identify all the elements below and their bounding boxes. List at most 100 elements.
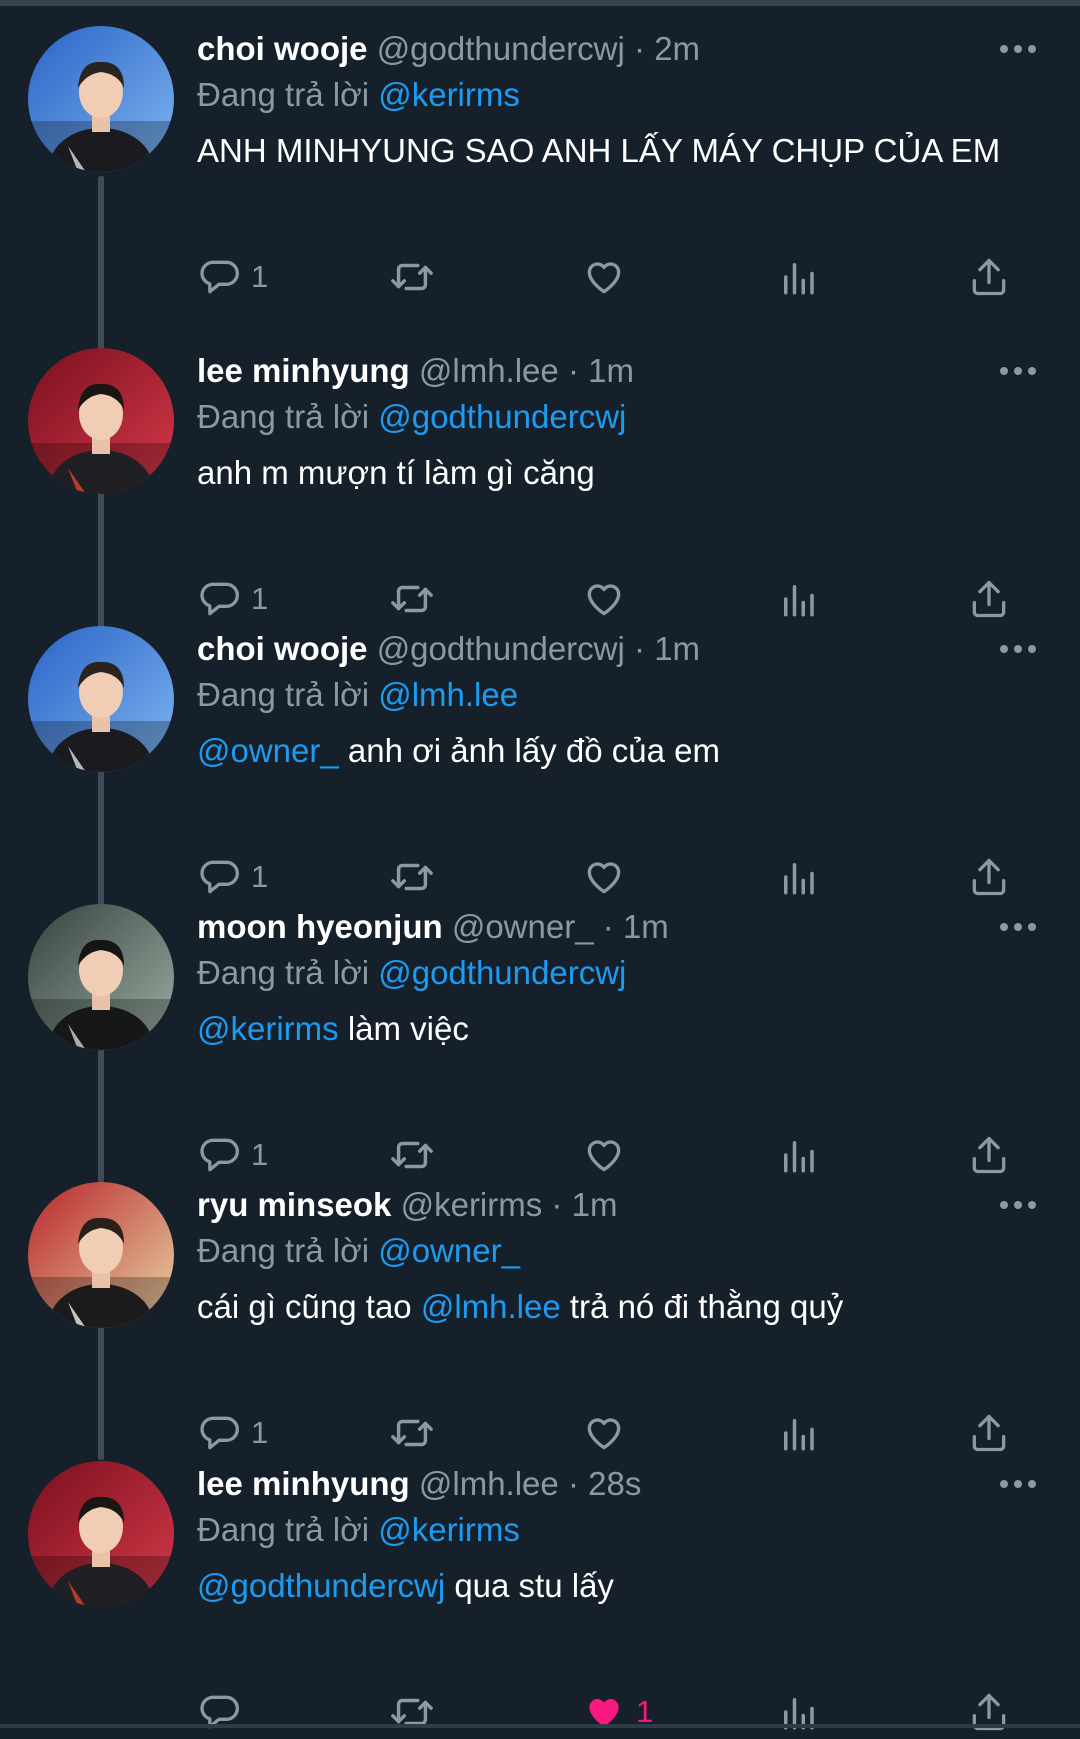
like-button[interactable]: [582, 852, 636, 902]
timestamp[interactable]: 1m: [572, 1186, 618, 1223]
replying-to: Đang trả lời @kerirms: [197, 72, 1037, 118]
like-button[interactable]: [582, 1130, 636, 1180]
heart-icon: [582, 577, 626, 621]
tweet-content: moon hyeonjun @owner_ · 1m Đang trả lời …: [197, 904, 1037, 1050]
tweet[interactable]: choi wooje @godthundercwj · 1m Đang trả …: [0, 626, 1080, 904]
replying-to: Đang trả lời @godthundercwj: [197, 950, 1037, 996]
reply-button[interactable]: 1: [197, 1130, 268, 1180]
display-name[interactable]: ryu minseok: [197, 1186, 391, 1223]
user-handle[interactable]: @lmh.lee: [419, 1465, 559, 1502]
views-button[interactable]: [777, 252, 819, 302]
more-options-icon[interactable]: [998, 1477, 1038, 1491]
tweet-text: ANH MINHYUNG SAO ANH LẤY MÁY CHỤP CỦA EM: [197, 130, 1037, 172]
retweet-button[interactable]: [389, 852, 435, 902]
display-name[interactable]: choi wooje: [197, 630, 368, 667]
user-handle[interactable]: @godthundercwj: [377, 630, 625, 667]
retweet-button[interactable]: [389, 574, 435, 624]
views-button[interactable]: [777, 574, 819, 624]
timestamp[interactable]: 1m: [654, 630, 700, 667]
replying-to-mention[interactable]: @kerirms: [378, 76, 520, 113]
reply-button[interactable]: 1: [197, 252, 268, 302]
share-button[interactable]: [967, 852, 1011, 902]
timestamp[interactable]: 28s: [588, 1465, 641, 1502]
retweet-icon: [389, 576, 435, 622]
timestamp[interactable]: 2m: [654, 30, 700, 67]
separator-dot: ·: [634, 630, 655, 667]
more-options-icon[interactable]: [998, 42, 1038, 56]
user-handle[interactable]: @lmh.lee: [419, 352, 559, 389]
avatar[interactable]: [28, 1182, 174, 1328]
retweet-icon: [389, 254, 435, 300]
tweet-text: cái gì cũng tao @lmh.lee trả nó đi thằng…: [197, 1286, 1037, 1328]
timestamp[interactable]: 1m: [588, 352, 634, 389]
retweet-button[interactable]: [389, 252, 435, 302]
text-mention[interactable]: @owner_: [197, 732, 339, 769]
share-button[interactable]: [967, 1408, 1011, 1458]
reply-button[interactable]: [197, 1687, 251, 1737]
reply-icon: [197, 255, 241, 299]
like-button[interactable]: [582, 252, 636, 302]
share-button[interactable]: [967, 574, 1011, 624]
more-options-icon[interactable]: [998, 364, 1038, 378]
avatar[interactable]: [28, 26, 174, 172]
display-name[interactable]: lee minhyung: [197, 1465, 410, 1502]
reply-icon: [197, 1133, 241, 1177]
reply-count: 1: [251, 259, 269, 294]
user-handle[interactable]: @kerirms: [401, 1186, 543, 1223]
avatar[interactable]: [28, 348, 174, 494]
reply-button[interactable]: 1: [197, 852, 268, 902]
views-button[interactable]: [777, 1408, 819, 1458]
share-button[interactable]: [967, 252, 1011, 302]
avatar[interactable]: [28, 1461, 174, 1607]
tweet-text: @godthundercwj qua stu lấy: [197, 1565, 1037, 1607]
views-button[interactable]: [777, 1130, 819, 1180]
display-name[interactable]: choi wooje: [197, 30, 368, 67]
views-icon: [777, 856, 819, 898]
bottom-divider: [0, 1724, 1080, 1728]
reply-button[interactable]: 1: [197, 1408, 268, 1458]
reply-count: 1: [251, 1415, 269, 1450]
replying-to-mention[interactable]: @godthundercwj: [378, 398, 626, 435]
text-mention[interactable]: @kerirms: [197, 1010, 339, 1047]
tweet-text-body: cái gì cũng tao: [197, 1288, 421, 1325]
share-icon: [967, 577, 1011, 621]
heart-icon: [582, 855, 626, 899]
reply-button[interactable]: 1: [197, 574, 268, 624]
user-handle[interactable]: @owner_: [452, 908, 594, 945]
tweet[interactable]: choi wooje @godthundercwj · 2m Đang trả …: [0, 26, 1080, 304]
like-button[interactable]: [582, 1408, 636, 1458]
views-button[interactable]: [777, 852, 819, 902]
replying-to-mention[interactable]: @lmh.lee: [378, 676, 518, 713]
separator-dot: ·: [602, 908, 623, 945]
avatar[interactable]: [28, 626, 174, 772]
retweet-button[interactable]: [389, 1130, 435, 1180]
more-options-icon[interactable]: [998, 920, 1038, 934]
tweet[interactable]: lee minhyung @lmh.lee · 1m Đang trả lời …: [0, 348, 1080, 626]
replying-to-mention[interactable]: @kerirms: [378, 1511, 520, 1548]
timestamp[interactable]: 1m: [623, 908, 669, 945]
retweet-icon: [389, 1689, 435, 1735]
like-button[interactable]: [582, 574, 636, 624]
share-button[interactable]: [967, 1130, 1011, 1180]
retweet-button[interactable]: [389, 1408, 435, 1458]
display-name[interactable]: moon hyeonjun: [197, 908, 443, 945]
tweet-text-body: anh ơi ảnh lấy đồ của em: [338, 732, 720, 769]
retweet-button[interactable]: [389, 1687, 435, 1737]
tweet[interactable]: ryu minseok @kerirms · 1m Đang trả lời @…: [0, 1182, 1080, 1460]
retweet-icon: [389, 854, 435, 900]
tweet[interactable]: lee minhyung @lmh.lee · 28s Đang trả lời…: [0, 1461, 1080, 1739]
user-handle[interactable]: @godthundercwj: [377, 30, 625, 67]
text-mention[interactable]: @godthundercwj: [197, 1567, 445, 1604]
display-name[interactable]: lee minhyung: [197, 352, 410, 389]
share-button[interactable]: [967, 1687, 1011, 1737]
views-button[interactable]: [777, 1687, 819, 1737]
replying-to-mention[interactable]: @owner_: [378, 1232, 520, 1269]
more-options-icon[interactable]: [998, 1198, 1038, 1212]
like-button[interactable]: 1: [582, 1687, 653, 1737]
tweet[interactable]: moon hyeonjun @owner_ · 1m Đang trả lời …: [0, 904, 1080, 1182]
avatar[interactable]: [28, 904, 174, 1050]
more-options-icon[interactable]: [998, 642, 1038, 656]
tweet-text-body: qua stu lấy: [445, 1567, 614, 1604]
replying-to-mention[interactable]: @godthundercwj: [378, 954, 626, 991]
text-mention-inline[interactable]: @lmh.lee: [421, 1288, 561, 1325]
